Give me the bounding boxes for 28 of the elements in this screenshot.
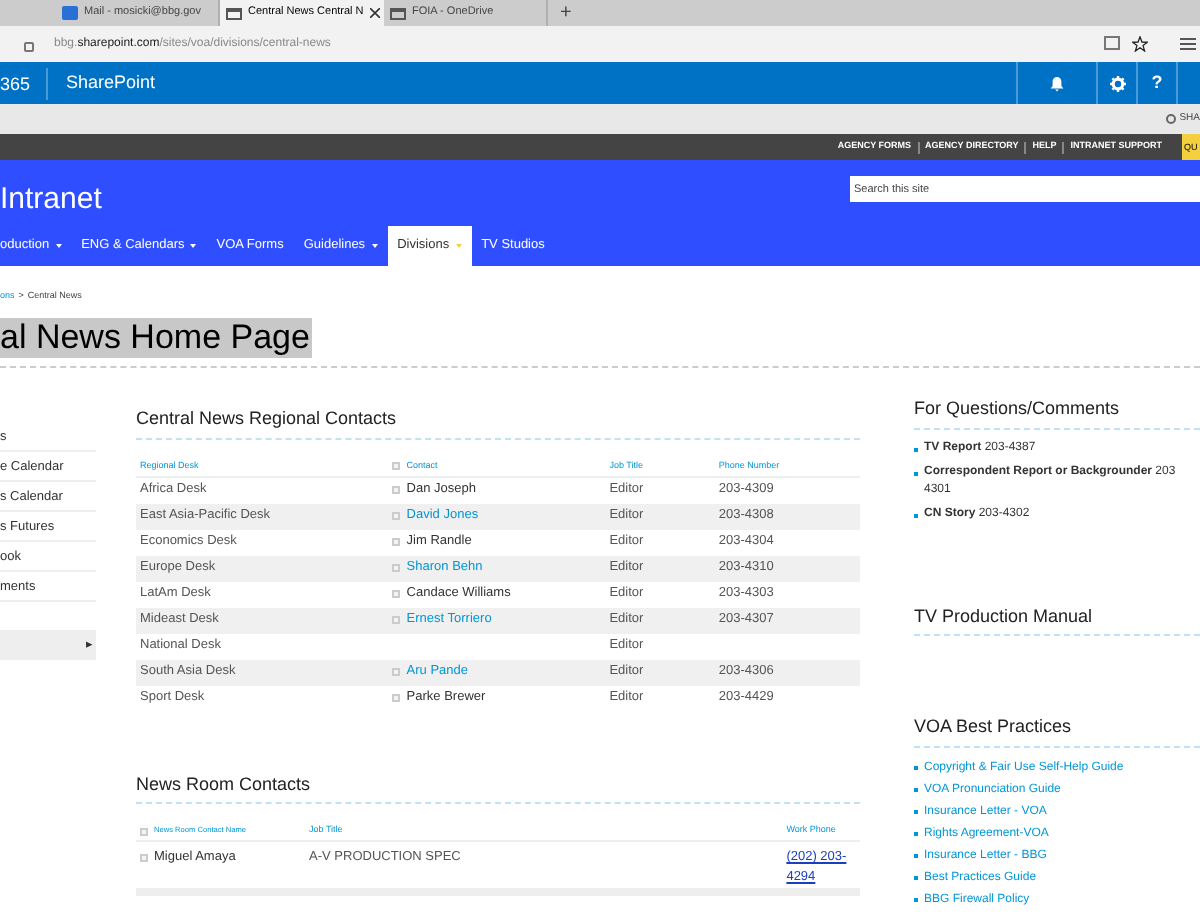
checkbox[interactable] <box>392 512 401 520</box>
checkbox[interactable] <box>392 616 401 624</box>
page-icon <box>390 7 406 19</box>
checkbox[interactable] <box>392 590 401 598</box>
checkbox[interactable] <box>392 462 401 470</box>
new-tab-button[interactable]: + <box>548 0 584 26</box>
menu-icon[interactable] <box>1180 38 1196 50</box>
settings-icon <box>1109 75 1125 91</box>
page-title: al News Home Page <box>0 318 312 358</box>
bell-icon <box>1050 75 1064 91</box>
section-heading: TV Production Manual <box>914 603 1200 636</box>
checkbox[interactable] <box>392 486 401 494</box>
checkbox[interactable] <box>140 853 148 862</box>
section-heading: VOA Best Practices <box>914 714 1200 747</box>
checkbox[interactable] <box>140 827 148 835</box>
checkbox[interactable] <box>392 538 401 546</box>
section-heading: Central News Regional Contacts <box>136 406 860 439</box>
close-icon[interactable] <box>369 8 380 18</box>
app-label: 365 <box>0 67 49 99</box>
section-heading: For Questions/Comments <box>914 396 1200 429</box>
checkbox[interactable] <box>392 564 401 572</box>
checkbox[interactable] <box>392 694 401 702</box>
site-title[interactable]: Intranet <box>0 178 102 223</box>
section-heading: News Room Contacts <box>136 771 860 804</box>
star-icon[interactable] <box>1132 36 1148 52</box>
checkbox[interactable] <box>392 668 401 676</box>
app-title[interactable]: SharePoint <box>66 69 156 97</box>
page-icon <box>226 7 242 19</box>
